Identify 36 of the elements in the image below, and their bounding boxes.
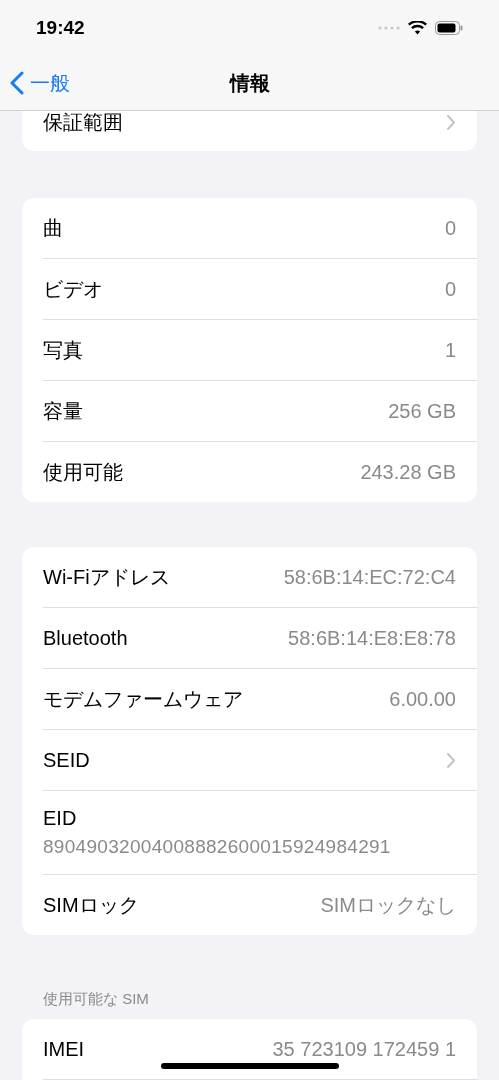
back-chevron-icon (10, 71, 24, 96)
row-value: 243.28 GB (360, 460, 456, 484)
row-label: 容量 (43, 398, 83, 424)
row-value: 6.00.00 (389, 687, 456, 711)
row-label: モデムファームウェア (43, 686, 243, 712)
back-button[interactable]: 一般 (10, 56, 70, 110)
row-value: 89049032004008882600015924984291 (43, 836, 392, 858)
row-label: 曲 (43, 215, 63, 241)
row-value: 0 (444, 277, 456, 301)
settings-row[interactable]: SEID (43, 730, 477, 791)
row-label: 使用可能 (43, 459, 123, 485)
row-label: Wi-Fiアドレス (43, 564, 170, 590)
status-time: 19:42 (36, 17, 85, 40)
row-label: Bluetooth (43, 626, 128, 650)
row-label: EID (43, 807, 78, 830)
row-value: 256 GB (388, 399, 456, 423)
nav-title: 情報 (229, 70, 270, 96)
row-label: ビデオ (43, 276, 103, 302)
row-label: IMEI (43, 1037, 85, 1061)
section-header: 使用可能な SIM (42, 990, 150, 1009)
row-value: 0 (444, 216, 456, 240)
signal-icon (378, 26, 400, 31)
row-value: 58:6B:14:EC:72:C4 (283, 565, 456, 589)
wifi-icon (408, 21, 427, 36)
chevron-icon (446, 113, 456, 131)
row-label: SIMロック (43, 892, 139, 918)
row-value: 58:6B:14:E8:E8:78 (288, 626, 456, 650)
battery-icon (435, 21, 463, 36)
row-value: 35 723109 172459 1 (272, 1037, 456, 1061)
row-label: 写真 (43, 337, 83, 363)
row-label: 保証範囲 (43, 109, 123, 135)
chevron-icon (446, 751, 456, 769)
row-label: SEID (43, 748, 90, 772)
row-value: 1 (444, 338, 456, 362)
settings-row[interactable]: 保証範囲 (43, 111, 477, 151)
row-value: SIMロックなし (320, 892, 456, 918)
